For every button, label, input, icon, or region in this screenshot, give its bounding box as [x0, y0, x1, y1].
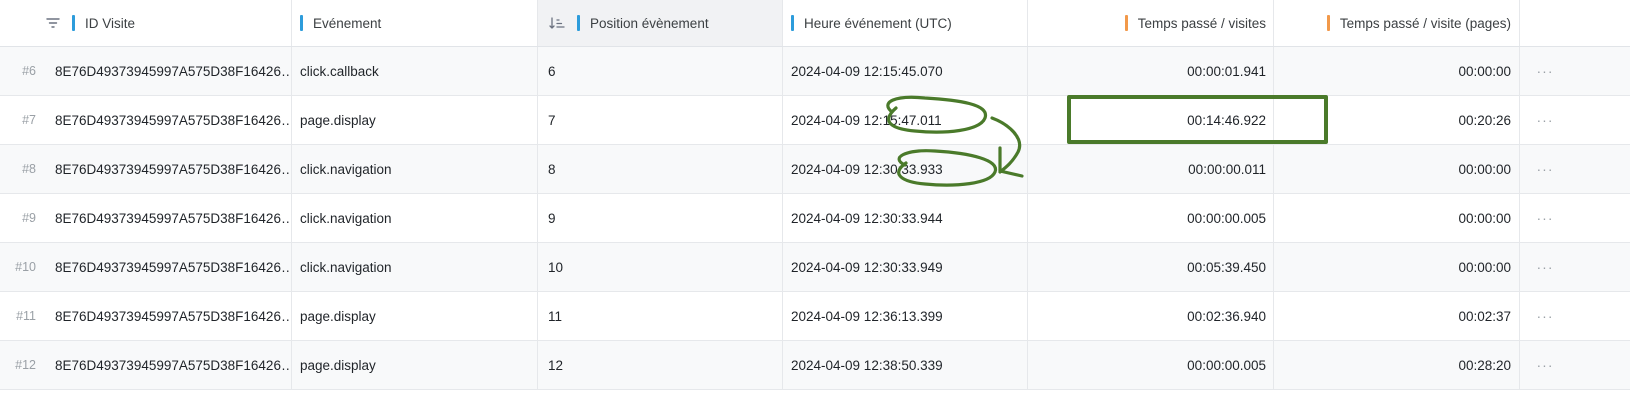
row-index: #6	[22, 64, 36, 78]
table-row[interactable]: #11 8E76D49373945997A575D38F16426… page.…	[0, 292, 1630, 341]
header-index-cell	[0, 0, 46, 46]
header-label: Temps passé / visites	[1137, 15, 1266, 31]
header-label: ID Visite	[85, 15, 136, 31]
column-type-bar	[72, 15, 75, 31]
more-options-icon[interactable]: ···	[1520, 145, 1570, 193]
cell-evenement[interactable]: page.display	[292, 96, 538, 144]
cell-temps-visites[interactable]: 00:14:46.922	[1028, 96, 1274, 144]
cell-id-visite[interactable]: 8E76D49373945997A575D38F16426…	[46, 96, 292, 144]
table-row[interactable]: #10 8E76D49373945997A575D38F16426… click…	[0, 243, 1630, 292]
cell-temps-pages[interactable]: 00:00:00	[1274, 194, 1520, 242]
cell-id-visite[interactable]: 8E76D49373945997A575D38F16426…	[46, 292, 292, 340]
filter-icon[interactable]	[46, 17, 60, 29]
cell-position[interactable]: 7	[538, 96, 783, 144]
cell-temps-visites[interactable]: 00:02:36.940	[1028, 292, 1274, 340]
more-options-icon[interactable]: ···	[1520, 47, 1570, 95]
table-row[interactable]: #9 8E76D49373945997A575D38F16426… click.…	[0, 194, 1630, 243]
row-index: #8	[22, 162, 36, 176]
header-actions-cell	[1520, 0, 1570, 46]
cell-evenement[interactable]: click.navigation	[292, 243, 538, 291]
cell-temps-pages[interactable]: 00:00:00	[1274, 145, 1520, 193]
cell-temps-pages[interactable]: 00:20:26	[1274, 96, 1520, 144]
more-options-icon[interactable]: ···	[1520, 341, 1570, 389]
header-evenement[interactable]: Evénement	[292, 0, 538, 46]
cell-heure[interactable]: 2024-04-09 12:30:33.933	[783, 145, 1028, 193]
header-label: Temps passé / visite (pages)	[1339, 15, 1511, 31]
cell-evenement[interactable]: click.navigation	[292, 145, 538, 193]
cell-id-visite[interactable]: 8E76D49373945997A575D38F16426…	[46, 341, 292, 389]
more-options-icon[interactable]: ···	[1520, 243, 1570, 291]
cell-position[interactable]: 12	[538, 341, 783, 389]
sort-ascending-icon[interactable]	[549, 16, 565, 30]
column-type-bar	[1326, 15, 1330, 31]
more-options-icon[interactable]: ···	[1520, 96, 1570, 144]
column-type-bar	[300, 15, 303, 31]
cell-evenement[interactable]: page.display	[292, 341, 538, 389]
cell-position[interactable]: 8	[538, 145, 783, 193]
cell-heure[interactable]: 2024-04-09 12:30:33.944	[783, 194, 1028, 242]
cell-temps-pages[interactable]: 00:00:00	[1274, 243, 1520, 291]
more-options-icon[interactable]: ···	[1520, 292, 1570, 340]
cell-temps-pages[interactable]: 00:02:37	[1274, 292, 1520, 340]
header-temps-passe-visites[interactable]: Temps passé / visites	[1028, 0, 1274, 46]
header-temps-passe-visite-pages[interactable]: Temps passé / visite (pages)	[1274, 0, 1520, 46]
table-row[interactable]: #6 8E76D49373945997A575D38F16426… click.…	[0, 47, 1630, 96]
cell-position[interactable]: 6	[538, 47, 783, 95]
cell-heure[interactable]: 2024-04-09 12:15:45.070	[783, 47, 1028, 95]
cell-heure[interactable]: 2024-04-09 12:38:50.339	[783, 341, 1028, 389]
cell-temps-visites[interactable]: 00:00:00.005	[1028, 341, 1274, 389]
cell-id-visite[interactable]: 8E76D49373945997A575D38F16426…	[46, 194, 292, 242]
data-table: ID Visite Evénement Position évènement H…	[0, 0, 1630, 390]
header-label: Position évènement	[590, 15, 709, 31]
column-type-bar	[1124, 15, 1128, 31]
row-index: #11	[16, 309, 36, 323]
cell-position[interactable]: 9	[538, 194, 783, 242]
table-row[interactable]: #8 8E76D49373945997A575D38F16426… click.…	[0, 145, 1630, 194]
cell-temps-visites[interactable]: 00:00:00.011	[1028, 145, 1274, 193]
row-index: #12	[15, 358, 36, 372]
header-label: Heure événement (UTC)	[804, 15, 952, 31]
cell-position[interactable]: 11	[538, 292, 783, 340]
cell-temps-visites[interactable]: 00:00:01.941	[1028, 47, 1274, 95]
row-index: #7	[22, 113, 36, 127]
header-position-evenement[interactable]: Position évènement	[538, 0, 783, 46]
row-index: #9	[22, 211, 36, 225]
column-type-bar	[577, 15, 580, 31]
cell-temps-pages[interactable]: 00:28:20	[1274, 341, 1520, 389]
cell-temps-pages[interactable]: 00:00:00	[1274, 47, 1520, 95]
cell-heure[interactable]: 2024-04-09 12:15:47.011	[783, 96, 1028, 144]
cell-evenement[interactable]: page.display	[292, 292, 538, 340]
cell-temps-visites[interactable]: 00:05:39.450	[1028, 243, 1274, 291]
cell-temps-visites[interactable]: 00:00:00.005	[1028, 194, 1274, 242]
cell-heure[interactable]: 2024-04-09 12:36:13.399	[783, 292, 1028, 340]
row-index: #10	[15, 260, 36, 274]
more-options-icon[interactable]: ···	[1520, 194, 1570, 242]
cell-id-visite[interactable]: 8E76D49373945997A575D38F16426…	[46, 47, 292, 95]
cell-evenement[interactable]: click.callback	[292, 47, 538, 95]
header-label: Evénement	[313, 15, 382, 31]
table-row[interactable]: #12 8E76D49373945997A575D38F16426… page.…	[0, 341, 1630, 390]
header-heure-evenement[interactable]: Heure événement (UTC)	[783, 0, 1028, 46]
header-id-visite[interactable]: ID Visite	[46, 0, 292, 46]
table-row[interactable]: #7 8E76D49373945997A575D38F16426… page.d…	[0, 96, 1630, 145]
column-type-bar	[791, 15, 794, 31]
cell-id-visite[interactable]: 8E76D49373945997A575D38F16426…	[46, 243, 292, 291]
cell-evenement[interactable]: click.navigation	[292, 194, 538, 242]
table-header: ID Visite Evénement Position évènement H…	[0, 0, 1630, 47]
cell-id-visite[interactable]: 8E76D49373945997A575D38F16426…	[46, 145, 292, 193]
cell-position[interactable]: 10	[538, 243, 783, 291]
cell-heure[interactable]: 2024-04-09 12:30:33.949	[783, 243, 1028, 291]
